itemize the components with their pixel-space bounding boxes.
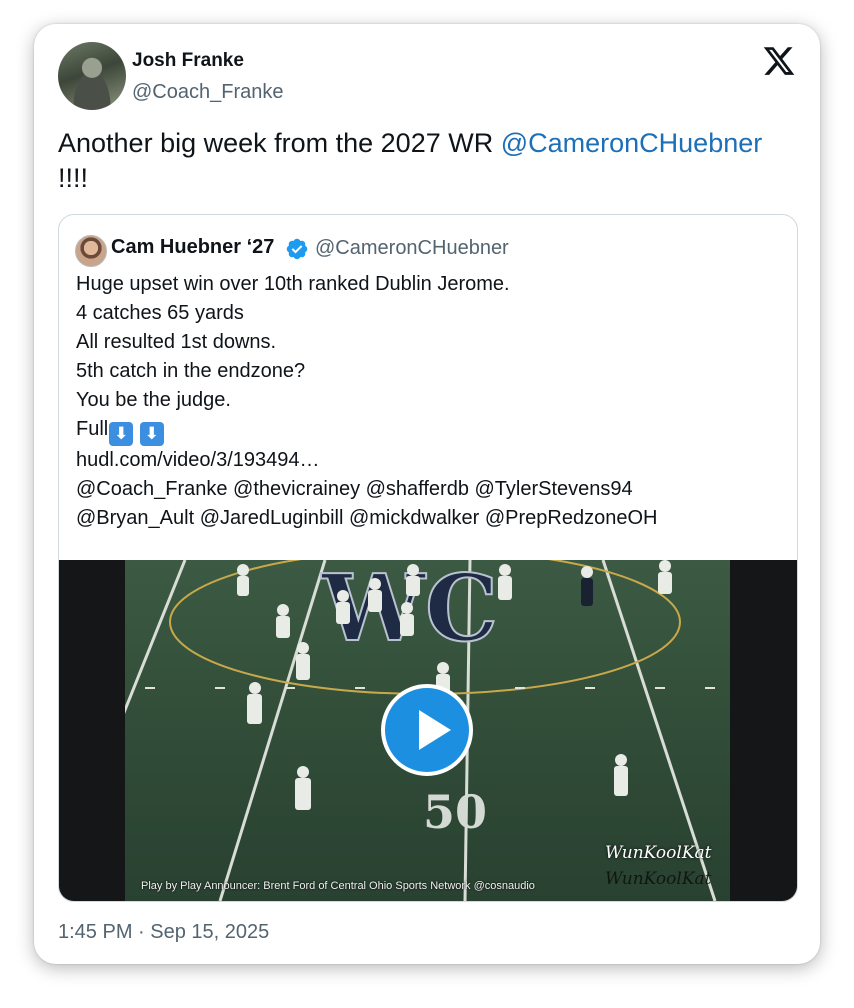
video-watermark: WunKoolKat [605,843,712,863]
quoted-mentions-line[interactable]: @Coach_Franke @thevicrainey @shafferdb @… [76,475,776,504]
quoted-line: 4 catches 65 yards [76,302,244,324]
down-arrow-emoji-icon: ⬇ [109,422,134,446]
x-logo-icon[interactable] [762,44,796,78]
tweet-mention-link[interactable]: @CameronCHuebner [501,128,763,158]
video-player[interactable]: WC 50 [59,560,797,901]
video-caption: Play by Play Announcer: Brent Ford of Ce… [141,880,535,892]
quoted-line: All resulted 1st downs. [76,331,277,353]
verified-badge-icon [286,238,308,260]
quoted-line: You be the judge. [76,389,231,411]
quoted-line-full: Full ⬇ ⬇ [76,415,776,446]
down-arrow-emoji-icon: ⬇ [139,422,164,446]
quoted-line: Huge upset win over 10th ranked Dublin J… [76,273,510,295]
quoted-link[interactable]: hudl.com/video/3/193494… [76,446,776,475]
field-number-text: 50 [423,785,487,839]
quoted-avatar[interactable] [75,235,107,267]
tweet-card: Josh Franke @Coach_Franke Another big we… [34,24,820,964]
quoted-mentions-line[interactable]: @Bryan_Ault @JaredLuginbill @mickdwalker… [76,504,776,533]
tweet-timestamp[interactable]: 1:45 PM · Sep 15, 2025 [58,921,269,944]
tweet-text: Another big week from the 2027 WR @Camer… [58,126,808,196]
quoted-author-name[interactable]: Cam Huebner ‘27 [111,236,274,259]
video-watermark-shadow: WunKoolKat [605,869,712,889]
author-avatar[interactable] [58,42,126,110]
quoted-full-label: Full [76,418,109,440]
quoted-line: 5th catch in the endzone? [76,360,306,382]
author-handle[interactable]: @Coach_Franke [132,81,283,104]
tweet-text-body: Another big week from the 2027 WR [58,128,501,158]
quoted-text: Huge upset win over 10th ranked Dublin J… [76,270,776,533]
play-button[interactable] [381,684,473,776]
quoted-author-handle[interactable]: @CameronCHuebner [315,237,509,260]
author-name[interactable]: Josh Franke [132,50,244,72]
quoted-tweet[interactable]: Cam Huebner ‘27 @CameronCHuebner Huge up… [58,214,798,902]
tweet-text-tail: !!!! [58,163,89,193]
